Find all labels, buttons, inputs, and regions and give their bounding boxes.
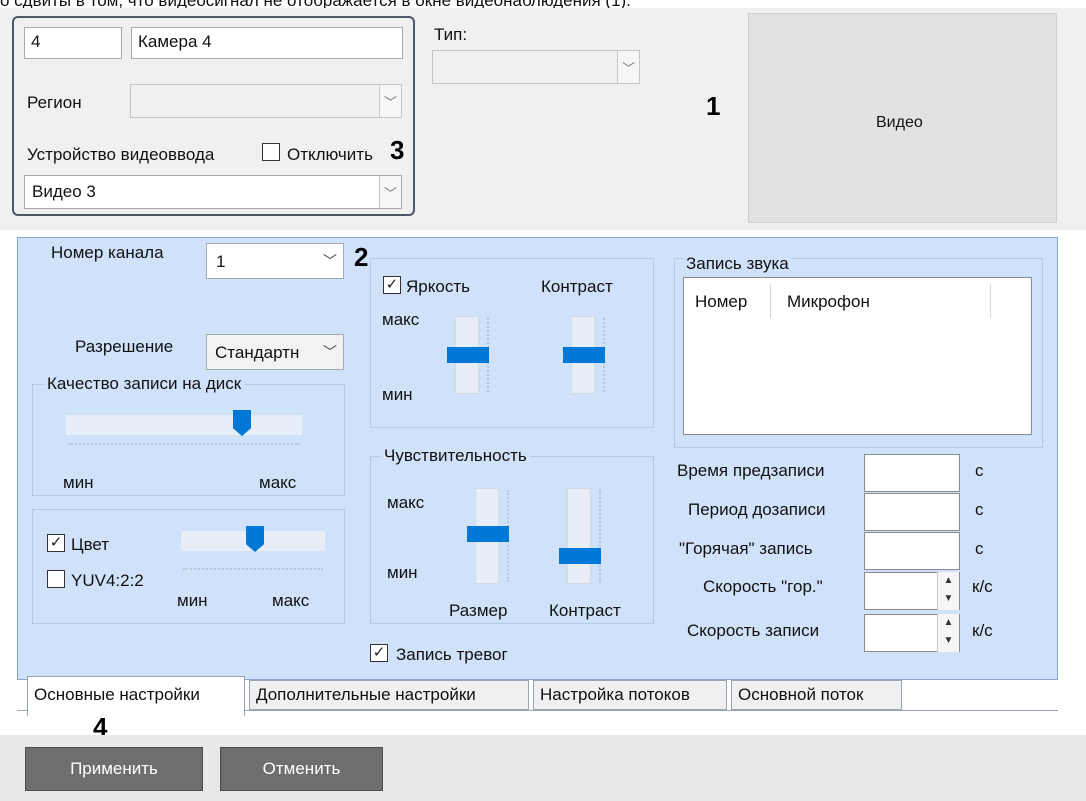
sensitivity-contrast-thumb[interactable] (559, 548, 601, 564)
video-device-value: Видео 3 (32, 182, 96, 201)
yuv-checkbox[interactable] (47, 570, 65, 588)
video-device-select[interactable]: Видео 3 ﹀ (24, 175, 402, 209)
column-divider (770, 284, 771, 318)
chevron-down-icon: ﹀ (617, 51, 639, 83)
disk-quality-slider[interactable] (66, 415, 302, 435)
type-select[interactable]: ﹀ (432, 50, 640, 84)
type-label: Тип: (434, 25, 468, 44)
column-header-microphone[interactable]: Микрофон (787, 292, 870, 312)
contrast-label: Контраст (541, 277, 613, 296)
marker-1: 1 (706, 91, 721, 121)
channel-value: 1 (216, 252, 226, 271)
channel-select[interactable]: 1 ﹀ (206, 243, 344, 279)
hot-record-unit: с (975, 539, 984, 558)
brightness-thumb[interactable] (447, 347, 489, 363)
disable-checkbox[interactable] (262, 143, 280, 161)
postrecord-label: Период дозаписи (688, 500, 826, 519)
cancel-button[interactable]: Отменить (220, 747, 383, 791)
record-speed-spinner[interactable]: ▲ ▼ (937, 614, 959, 652)
disk-quality-max: макс (259, 473, 297, 492)
brightness-max: макс (382, 310, 420, 329)
device-label: Устройство видеоввода (27, 145, 215, 164)
tab-stream-settings[interactable]: Настройка потоков (533, 680, 727, 710)
chevron-down-icon: ﹀ (323, 253, 337, 269)
hot-record-input[interactable] (864, 532, 960, 570)
record-speed-unit: к/с (972, 621, 993, 640)
disk-quality-min: мин (63, 473, 94, 492)
region-label: Регион (27, 93, 82, 112)
spin-up-icon[interactable]: ▲ (938, 572, 959, 590)
hot-speed-spinner[interactable]: ▲ ▼ (937, 572, 959, 610)
postrecord-input[interactable] (864, 493, 960, 531)
resolution-select[interactable]: Стандартн ﹀ (206, 334, 344, 370)
color-slider-max: макс (272, 591, 310, 610)
marker-3: 3 (390, 135, 405, 165)
camera-name-field[interactable]: Камера 4 (131, 27, 403, 59)
column-header-number[interactable]: Номер (695, 292, 747, 312)
brightness-checkbox[interactable]: ✓ (383, 276, 401, 294)
prerecord-unit: с (975, 461, 984, 480)
disable-label: Отключить (287, 145, 373, 164)
size-thumb[interactable] (467, 526, 509, 542)
video-preview-label: Видео (876, 114, 923, 131)
audio-title: Запись звука (683, 254, 792, 274)
resolution-label: Разрешение (75, 337, 174, 356)
sensitivity-title: Чувствительность (381, 446, 530, 466)
marker-2: 2 (354, 242, 369, 272)
disk-quality-ticks (68, 443, 300, 449)
color-label: Цвет (71, 535, 110, 554)
contrast-thumb[interactable] (563, 347, 605, 363)
sensitivity-contrast-ticks (599, 490, 605, 582)
color-slider-ticks (183, 568, 323, 574)
hot-speed-unit: к/с (972, 577, 993, 596)
brightness-label: Яркость (406, 277, 470, 296)
spin-down-icon[interactable]: ▼ (938, 632, 959, 650)
sensitivity-min: мин (387, 563, 418, 582)
sensitivity-max: макс (387, 493, 425, 512)
microphone-list[interactable]: Номер Микрофон (683, 277, 1032, 435)
tab-main-settings[interactable]: Основные настройки (27, 676, 245, 716)
alarm-record-checkbox[interactable]: ✓ (370, 644, 388, 662)
alarm-record-label: Запись тревог (396, 645, 508, 664)
record-speed-label: Скорость записи (687, 621, 820, 640)
video-preview: Видео (748, 13, 1057, 223)
tab-additional-settings[interactable]: Дополнительные настройки (249, 680, 529, 710)
column-divider (990, 284, 991, 318)
chevron-down-icon: ﹀ (323, 344, 337, 360)
chevron-down-icon: ﹀ (379, 176, 401, 208)
sensitivity-contrast-slider[interactable] (567, 488, 591, 584)
postrecord-unit: с (975, 500, 984, 519)
region-select[interactable]: ﹀ (130, 84, 402, 118)
camera-id-field[interactable]: 4 (24, 27, 122, 59)
sensitivity-contrast-label: Контраст (549, 601, 621, 620)
color-slider-min: мин (177, 591, 208, 610)
spin-down-icon[interactable]: ▼ (938, 590, 959, 608)
disk-quality-title: Качество записи на диск (44, 374, 245, 394)
channel-label: Номер канала (51, 243, 164, 262)
color-checkbox[interactable]: ✓ (47, 534, 65, 552)
resolution-value: Стандартн (215, 343, 300, 362)
size-label: Размер (449, 601, 508, 620)
hot-record-label: "Горячая" запись (679, 539, 813, 558)
apply-button[interactable]: Применить (25, 747, 203, 791)
prerecord-label: Время предзаписи (677, 461, 825, 480)
spin-up-icon[interactable]: ▲ (938, 614, 959, 632)
brightness-min: мин (382, 385, 413, 404)
prerecord-input[interactable] (864, 454, 960, 492)
yuv-label: YUV4:2:2 (71, 571, 144, 590)
hot-speed-label: Скорость "гор." (703, 577, 823, 596)
chevron-down-icon: ﹀ (379, 85, 401, 117)
tab-main-stream[interactable]: Основной поток (731, 680, 902, 710)
